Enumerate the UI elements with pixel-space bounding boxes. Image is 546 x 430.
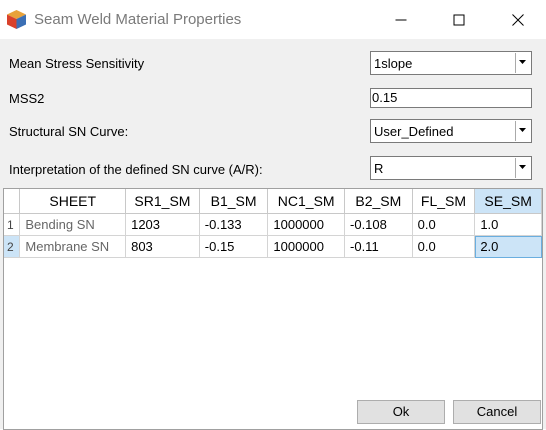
table-cell[interactable]: Bending SN	[19, 213, 127, 236]
table-cell[interactable]: -0.108	[344, 213, 413, 236]
table-cell[interactable]: -0.15	[199, 235, 269, 258]
dropdown-arrow[interactable]	[515, 121, 530, 141]
cancel-button[interactable]: Cancel	[453, 400, 541, 424]
column-header[interactable]: SR1_SM	[125, 189, 200, 214]
interpretation-dropdown[interactable]: R	[370, 156, 532, 180]
column-header[interactable]: B2_SM	[344, 189, 413, 214]
selected-table-cell[interactable]: 2.0	[474, 235, 542, 258]
table-cell[interactable]: 1203	[125, 213, 200, 236]
maximize-icon	[453, 14, 465, 25]
table-cell[interactable]: 803	[125, 235, 200, 258]
table-cell[interactable]: Membrane SN	[19, 235, 127, 258]
table-cell[interactable]: 1.0	[474, 213, 542, 236]
row-number[interactable]: 2	[4, 235, 21, 258]
table-cell[interactable]: -0.133	[199, 213, 269, 236]
table-cell[interactable]: -0.11	[344, 235, 413, 258]
maximize-button[interactable]	[436, 0, 482, 39]
column-header[interactable]: B1_SM	[199, 189, 269, 214]
window-title: Seam Weld Material Properties	[34, 11, 242, 28]
table-header-row: SHEET SR1_SM B1_SM NC1_SM B2_SM FL_SM SE…	[4, 189, 542, 214]
column-header[interactable]: NC1_SM	[267, 189, 346, 214]
row-number[interactable]: 1	[4, 213, 21, 236]
mean-stress-label: Mean Stress Sensitivity	[9, 56, 145, 71]
close-button[interactable]	[495, 0, 541, 39]
dropdown-arrow[interactable]	[515, 158, 530, 178]
mean-stress-value: 1slope	[374, 56, 413, 71]
mean-stress-dropdown[interactable]: 1slope	[370, 51, 532, 75]
table-cell[interactable]: 1000000	[267, 213, 346, 236]
table-cell[interactable]: 0.0	[412, 213, 476, 236]
corner-cell[interactable]	[4, 189, 21, 214]
chevron-down-icon	[519, 165, 526, 169]
mss2-input[interactable]	[372, 90, 522, 105]
title-bar[interactable]: Seam Weld Material Properties	[0, 0, 546, 39]
close-icon	[512, 13, 524, 26]
table-cell[interactable]: 1000000	[267, 235, 346, 258]
column-header[interactable]: SE_SM	[474, 189, 542, 214]
ok-button[interactable]: Ok	[357, 400, 445, 424]
chevron-down-icon	[519, 128, 526, 132]
dropdown-arrow[interactable]	[515, 53, 530, 73]
minimize-icon	[395, 19, 407, 20]
mss2-label: MSS2	[9, 91, 45, 106]
sn-curve-value: User_Defined	[374, 124, 454, 139]
app-cube-icon	[7, 10, 26, 29]
column-header[interactable]: FL_SM	[412, 189, 476, 214]
dialog-body: Mean Stress Sensitivity 1slope MSS2 Stru…	[0, 39, 546, 430]
sn-curve-label: Structural SN Curve:	[9, 124, 129, 139]
sn-curve-dropdown[interactable]: User_Defined	[370, 119, 532, 143]
table-row[interactable]: 1 Bending SN 1203 -0.133 1000000 -0.108 …	[4, 213, 542, 236]
table-row[interactable]: 2 Membrane SN 803 -0.15 1000000 -0.11 0.…	[4, 235, 542, 258]
column-header[interactable]: SHEET	[19, 189, 127, 214]
interpretation-value: R	[374, 161, 384, 176]
sn-data-table[interactable]: SHEET SR1_SM B1_SM NC1_SM B2_SM FL_SM SE…	[3, 188, 543, 430]
mss2-field[interactable]	[370, 88, 532, 108]
interpretation-label: Interpretation of the defined SN curve (…	[9, 162, 263, 177]
minimize-button[interactable]	[378, 0, 424, 39]
table-cell[interactable]: 0.0	[412, 235, 476, 258]
chevron-down-icon	[519, 60, 526, 64]
